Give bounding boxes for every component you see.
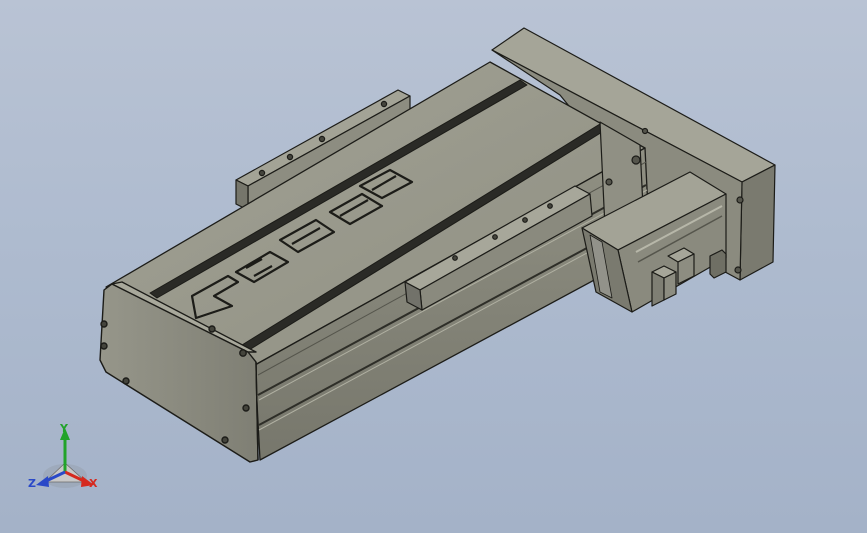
axis-triad: Y X Z <box>28 422 98 490</box>
x-axis-label: X <box>89 477 98 490</box>
3d-viewport[interactable]: Y X Z <box>0 0 867 533</box>
linear-actuator-model[interactable]: Y X Z <box>0 0 867 533</box>
z-axis-label: Z <box>28 477 36 490</box>
y-axis-label: Y <box>59 422 69 435</box>
